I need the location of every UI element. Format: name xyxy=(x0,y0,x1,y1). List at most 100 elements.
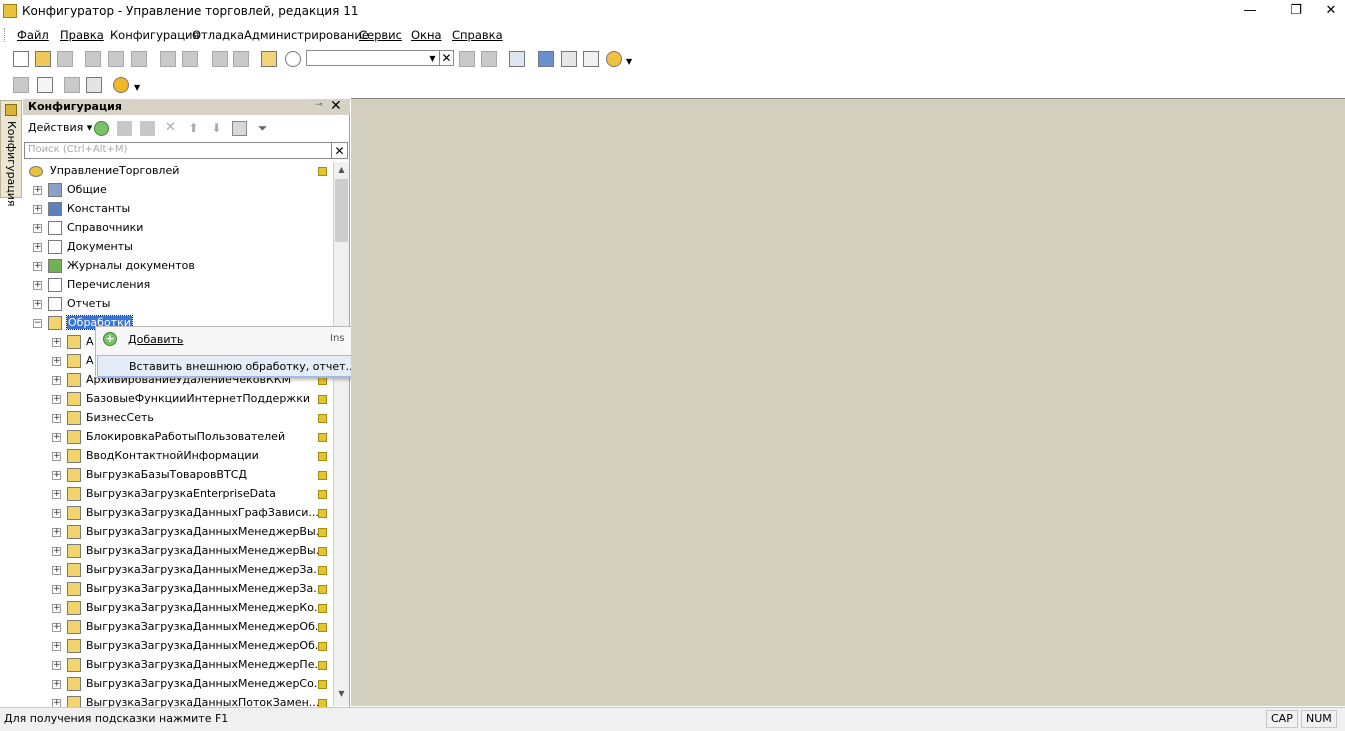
menu-file[interactable]: Файл xyxy=(17,28,49,42)
delete-icon[interactable]: ✕ xyxy=(163,121,178,136)
move-up-icon[interactable]: ⬆ xyxy=(186,121,201,136)
tree-item[interactable]: + ВыгрузкаЗагрузкаДанныхГрафЗависи... xyxy=(23,504,332,523)
save-icon[interactable] xyxy=(57,51,73,67)
context-help-icon[interactable] xyxy=(561,51,577,67)
properties-icon[interactable] xyxy=(86,77,102,93)
tree-item-root[interactable]: УправлениеТорговлей xyxy=(23,162,332,181)
menu-edit[interactable]: Правка xyxy=(60,28,104,42)
expand-icon[interactable]: + xyxy=(52,395,61,404)
find-in-tree-icon[interactable] xyxy=(261,51,277,67)
copy-icon[interactable] xyxy=(140,121,155,136)
search-icon[interactable] xyxy=(285,51,301,67)
tree-item[interactable]: + ВыгрузкаЗагрузкаДанныхМенеджерЗа... xyxy=(23,561,332,580)
tree-item-catalogs[interactable]: + Справочники xyxy=(23,219,332,238)
menu-administration[interactable]: Администрирование xyxy=(244,28,369,42)
expand-icon[interactable]: + xyxy=(33,224,42,233)
compare-icon[interactable] xyxy=(37,77,53,93)
clear-search-icon[interactable]: ✕ xyxy=(332,142,348,159)
side-tab-configuration[interactable]: Конфигурация xyxy=(0,100,22,207)
tree-item[interactable]: + БлокировкаРаботыПользователей xyxy=(23,428,332,447)
tree-item-journals[interactable]: + Журналы документов xyxy=(23,257,332,276)
sort-icon[interactable] xyxy=(232,121,247,136)
chevron-down-icon[interactable]: ▼ xyxy=(626,57,632,66)
tree-item[interactable]: + ВыгрузкаЗагрузкаДанныхМенеджерОб... xyxy=(23,637,332,656)
tree-item-common[interactable]: + Общие xyxy=(23,181,332,200)
menu-configuration[interactable]: Конфигурация xyxy=(110,28,199,42)
tree-item[interactable]: + ВыгрузкаЗагрузкаДанныхПотокЗамен... xyxy=(23,694,332,707)
find-prev-icon[interactable] xyxy=(459,51,475,67)
tree-item[interactable]: + ВводКонтактнойИнформации xyxy=(23,447,332,466)
actions-menu[interactable]: Действия ▾ xyxy=(28,121,92,134)
cut-icon[interactable] xyxy=(85,51,101,67)
help-topics-icon[interactable] xyxy=(538,51,554,67)
expand-icon[interactable]: + xyxy=(33,243,42,252)
scroll-thumb[interactable] xyxy=(335,179,348,242)
expand-icon[interactable]: + xyxy=(33,205,42,214)
menu-help[interactable]: Справка xyxy=(452,28,503,42)
expand-icon[interactable]: + xyxy=(52,680,61,689)
preview-icon[interactable] xyxy=(182,51,198,67)
tree-item-reports[interactable]: + Отчеты xyxy=(23,295,332,314)
clear-search-icon[interactable]: ✕ xyxy=(440,50,454,66)
tree-item[interactable]: + ВыгрузкаЗагрузкаДанныхМенеджерВы... xyxy=(23,542,332,561)
expand-icon[interactable]: + xyxy=(52,661,61,670)
db-icon[interactable] xyxy=(13,77,29,93)
expand-icon[interactable]: + xyxy=(52,433,61,442)
expand-icon[interactable]: + xyxy=(33,262,42,271)
tree-item-constants[interactable]: + Константы xyxy=(23,200,332,219)
filter-icon[interactable]: ⏷ xyxy=(255,121,270,136)
context-item-add[interactable]: + Добавить Ins xyxy=(97,328,355,350)
edit-icon[interactable] xyxy=(117,121,132,136)
tree-item-documents[interactable]: + Документы xyxy=(23,238,332,257)
expand-icon[interactable]: + xyxy=(52,357,61,366)
expand-icon[interactable]: + xyxy=(52,376,61,385)
context-item-insert-external[interactable]: Вставить внешнюю обработку, отчет... xyxy=(97,355,356,377)
restore-button[interactable]: ❐ xyxy=(1273,0,1319,23)
tree-item[interactable]: + ВыгрузкаЗагрузкаДанныхМенеджерСо... xyxy=(23,675,332,694)
tree-scrollbar[interactable]: ▲ ▼ xyxy=(333,162,349,706)
menu-debug[interactable]: Отладка xyxy=(192,28,244,42)
tree-item[interactable]: + ВыгрузкаЗагрузкаДанныхМенеджерПе... xyxy=(23,656,332,675)
tree-item[interactable]: + БизнесСеть xyxy=(23,409,332,428)
move-down-icon[interactable]: ⬇ xyxy=(209,121,224,136)
close-panel-icon[interactable]: ✕ xyxy=(330,98,342,114)
toolbar-search-input[interactable] xyxy=(306,50,428,66)
expand-icon[interactable]: + xyxy=(33,186,42,195)
expand-icon[interactable]: + xyxy=(52,509,61,518)
info-icon[interactable] xyxy=(606,51,622,67)
update-db-icon[interactable] xyxy=(64,77,80,93)
tree-item[interactable]: + ВыгрузкаБазыТоваровВТСД xyxy=(23,466,332,485)
copy-icon[interactable] xyxy=(108,51,124,67)
expand-icon[interactable]: + xyxy=(52,528,61,537)
chevron-down-icon[interactable]: ▼ xyxy=(134,83,140,92)
expand-icon[interactable]: + xyxy=(52,547,61,556)
pin-icon[interactable]: ⊸ xyxy=(315,100,323,110)
tree-item[interactable]: + ВыгрузкаЗагрузкаДанныхМенеджерКо... xyxy=(23,599,332,618)
syntax-assistant-icon[interactable] xyxy=(583,51,599,67)
tree-item[interactable]: + ВыгрузкаЗагрузкаEnterpriseData xyxy=(23,485,332,504)
scroll-up-icon[interactable]: ▲ xyxy=(334,162,349,178)
print-icon[interactable] xyxy=(160,51,176,67)
close-button[interactable]: ✕ xyxy=(1317,0,1345,23)
tree-item-enums[interactable]: + Перечисления xyxy=(23,276,332,295)
expand-icon[interactable]: + xyxy=(52,642,61,651)
run-debug-icon[interactable] xyxy=(113,77,129,93)
windows-icon[interactable] xyxy=(509,51,525,67)
expand-icon[interactable]: + xyxy=(52,338,61,347)
chevron-down-icon[interactable]: ▼ xyxy=(426,50,440,66)
new-icon[interactable] xyxy=(13,51,29,67)
minimize-button[interactable]: — xyxy=(1227,0,1273,23)
expand-icon[interactable]: + xyxy=(33,281,42,290)
tree-search-input[interactable]: Поиск (Ctrl+Alt+M) xyxy=(24,142,332,159)
undo-icon[interactable] xyxy=(212,51,228,67)
tree-item[interactable]: + ВыгрузкаЗагрузкаДанныхМенеджерВы... xyxy=(23,523,332,542)
find-next-icon[interactable] xyxy=(481,51,497,67)
expand-icon[interactable]: + xyxy=(52,699,61,707)
menu-windows[interactable]: Окна xyxy=(411,28,442,42)
expand-icon[interactable]: + xyxy=(52,414,61,423)
tree-item[interactable]: + ВыгрузкаЗагрузкаДанныхМенеджерОб... xyxy=(23,618,332,637)
redo-icon[interactable] xyxy=(233,51,249,67)
add-icon[interactable] xyxy=(94,121,109,136)
expand-icon[interactable]: + xyxy=(52,490,61,499)
expand-icon[interactable]: + xyxy=(52,604,61,613)
